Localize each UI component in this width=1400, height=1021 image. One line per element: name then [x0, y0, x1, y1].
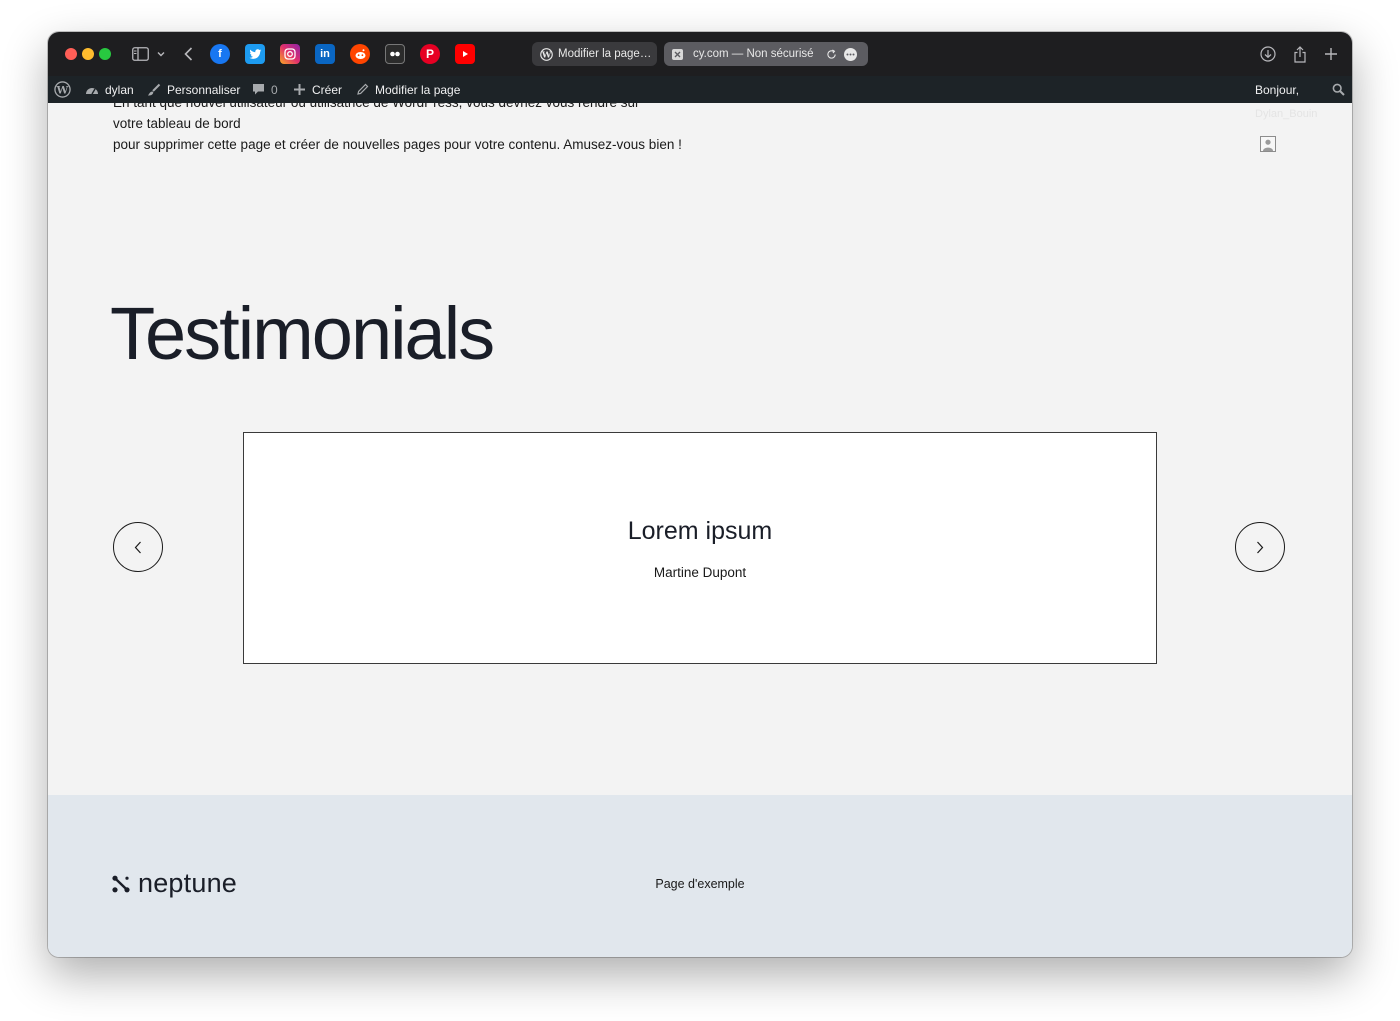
linkedin-icon[interactable]: in — [315, 44, 335, 64]
admin-site-link[interactable]: dylan — [85, 76, 134, 103]
admin-comments-link[interactable]: 0 — [252, 76, 278, 103]
wordpress-logo-icon[interactable]: W — [54, 76, 71, 103]
tab-label: Modifier la page… — [558, 48, 652, 60]
comment-bubble-icon — [252, 83, 265, 96]
intro-line-3: pour supprimer cette page et créer de no… — [113, 137, 682, 152]
sidebar-toggle-icon[interactable] — [130, 44, 150, 64]
page-title: Testimonials — [110, 292, 495, 375]
chevron-right-icon — [1256, 541, 1264, 554]
pencil-icon — [356, 83, 369, 96]
twitter-icon[interactable] — [245, 44, 265, 64]
dashboard-icon — [85, 84, 99, 96]
tab-active-page[interactable]: cy.com — Non sécurisé — [664, 42, 868, 66]
intro-line-2: votre tableau de bord — [113, 116, 241, 131]
chevron-left-icon — [134, 541, 142, 554]
back-arrow-icon[interactable] — [180, 44, 196, 64]
testimonial-author: Martine Dupont — [653, 565, 747, 580]
svg-text:W: W — [56, 84, 69, 96]
admin-customize-link[interactable]: Personnaliser — [147, 76, 240, 103]
testimonial-card: Lorem ipsum Martine Dupont — [243, 432, 1157, 664]
maximize-window-button[interactable] — [99, 48, 111, 60]
instagram-icon[interactable] — [280, 44, 300, 64]
admin-new-link[interactable]: Créer — [293, 76, 342, 103]
avatar[interactable] — [1260, 136, 1276, 152]
pinterest-icon[interactable]: P — [420, 44, 440, 64]
address-text: cy.com — Non sécurisé — [693, 48, 814, 60]
wp-admin-bar: W dylan Personnaliser 0 Créer Modifier l… — [48, 76, 1352, 103]
carousel-prev-button[interactable] — [113, 522, 163, 572]
close-window-button[interactable] — [65, 48, 77, 60]
flickr-icon[interactable] — [385, 44, 405, 64]
search-icon[interactable] — [1332, 76, 1345, 103]
reload-icon[interactable] — [826, 48, 837, 60]
wordpress-icon: W — [540, 47, 553, 61]
plus-icon — [293, 83, 306, 96]
admin-edit-page-link[interactable]: Modifier la page — [356, 76, 460, 103]
more-options-icon[interactable] — [843, 47, 857, 61]
browser-toolbar: f in P W Modifier la page… cy.com — Non … — [48, 32, 1352, 76]
tab-modifier-la-page[interactable]: W Modifier la page… — [532, 42, 657, 66]
admin-account-greeting[interactable]: Bonjour, — [1255, 76, 1299, 103]
close-tab-icon[interactable] — [672, 48, 683, 60]
minimize-window-button[interactable] — [82, 48, 94, 60]
admin-customize-label: Personnaliser — [167, 82, 241, 97]
browser-window: f in P W Modifier la page… cy.com — Non … — [48, 32, 1352, 957]
account-display-name: Dylan_Bouin — [1255, 108, 1318, 120]
download-icon[interactable] — [1258, 44, 1278, 64]
share-icon[interactable] — [1290, 44, 1310, 64]
svg-text:W: W — [541, 49, 552, 59]
page-content: En tant que nouvel utilisateur ou utilis… — [48, 103, 1352, 795]
admin-new-label: Créer — [312, 82, 343, 97]
new-tab-icon[interactable] — [1321, 44, 1341, 64]
chevron-down-icon[interactable] — [154, 44, 168, 64]
reddit-icon[interactable] — [350, 44, 370, 64]
footer-nav-link[interactable]: Page d'exemple — [48, 877, 1352, 891]
footer-nav-link-label: Page d'exemple — [655, 877, 745, 891]
intro-text: En tant que nouvel utilisateur ou utilis… — [113, 103, 682, 155]
admin-comments-count: 0 — [271, 82, 278, 97]
youtube-icon[interactable] — [455, 44, 475, 64]
desktop: f in P W Modifier la page… cy.com — Non … — [0, 0, 1400, 1021]
carousel-next-button[interactable] — [1235, 522, 1285, 572]
admin-edit-page-label: Modifier la page — [375, 82, 461, 97]
admin-greeting-text: Bonjour, — [1255, 82, 1300, 97]
testimonial-title: Lorem ipsum — [627, 517, 773, 545]
admin-site-name: dylan — [105, 82, 134, 97]
site-footer: neptune Page d'exemple — [48, 795, 1352, 957]
intro-line-1: En tant que nouvel utilisateur ou utilis… — [113, 103, 682, 113]
brush-icon — [147, 83, 161, 97]
facebook-icon[interactable]: f — [210, 44, 230, 64]
